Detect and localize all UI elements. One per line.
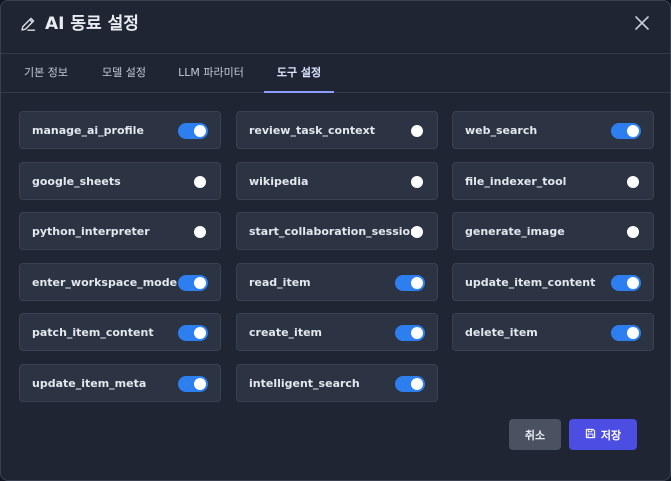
- toggle-knob: [411, 226, 423, 238]
- tool-name: wikipedia: [249, 175, 309, 188]
- toggle-knob: [411, 176, 423, 188]
- tool-card: update_item_meta: [19, 364, 221, 402]
- tool-toggle[interactable]: [178, 325, 208, 341]
- tool-name: intelligent_search: [249, 377, 360, 390]
- tool-toggle[interactable]: [611, 174, 641, 190]
- tool-name: generate_image: [465, 225, 565, 238]
- toggle-knob: [411, 277, 423, 289]
- tool-toggle[interactable]: [395, 174, 425, 190]
- tool-card: start_collaboration_session: [236, 212, 438, 250]
- tool-name: python_interpreter: [32, 225, 150, 238]
- tab-model-settings[interactable]: 모델 설정: [93, 54, 155, 92]
- tool-toggle[interactable]: [178, 123, 208, 139]
- tool-name: review_task_context: [249, 124, 375, 137]
- tool-name: start_collaboration_session: [249, 225, 418, 238]
- dialog-title: AI 동료 설정: [45, 14, 139, 34]
- tool-toggle[interactable]: [395, 376, 425, 392]
- toggle-knob: [411, 125, 423, 137]
- tool-toggle[interactable]: [611, 224, 641, 240]
- toggle-knob: [411, 327, 423, 339]
- tool-card: manage_ai_profile: [19, 111, 221, 149]
- tool-name: file_indexer_tool: [465, 175, 567, 188]
- tab-tool-settings[interactable]: 도구 설정: [264, 54, 334, 93]
- toggle-knob: [627, 176, 639, 188]
- tool-toggle[interactable]: [395, 123, 425, 139]
- toggle-knob: [627, 226, 639, 238]
- tool-name: update_item_meta: [32, 377, 147, 390]
- tool-card: python_interpreter: [19, 212, 221, 250]
- tool-toggle[interactable]: [178, 174, 208, 190]
- tool-card: delete_item: [452, 313, 654, 351]
- tab-llm-parameters[interactable]: LLM 파라미터: [172, 54, 250, 92]
- tool-toggle[interactable]: [178, 275, 208, 291]
- close-icon[interactable]: [631, 12, 653, 34]
- tab-bar: 기본 정보 모델 설정 LLM 파라미터 도구 설정: [1, 54, 670, 93]
- toggle-knob: [194, 226, 206, 238]
- tool-card: read_item: [236, 263, 438, 301]
- cancel-button[interactable]: 취소: [509, 419, 561, 450]
- tool-toggle[interactable]: [395, 275, 425, 291]
- floppy-disk-icon: [585, 428, 596, 439]
- pencil-icon: [21, 17, 36, 31]
- tool-card: generate_image: [452, 212, 654, 250]
- tool-name: google_sheets: [32, 175, 121, 188]
- toggle-knob: [194, 327, 206, 339]
- tool-name: read_item: [249, 276, 311, 289]
- toggle-knob: [194, 277, 206, 289]
- tool-card: enter_workspace_mode: [19, 263, 221, 301]
- save-button-label: 저장: [600, 428, 622, 442]
- toggle-knob: [627, 125, 639, 137]
- tool-card: create_item: [236, 313, 438, 351]
- toggle-knob: [627, 327, 639, 339]
- tool-card: file_indexer_tool: [452, 162, 654, 200]
- tool-toggle[interactable]: [178, 224, 208, 240]
- tool-name: update_item_content: [465, 276, 596, 289]
- tool-name: delete_item: [465, 326, 538, 339]
- tool-toggle[interactable]: [611, 325, 641, 341]
- save-button[interactable]: 저장: [569, 419, 637, 450]
- tool-grid: manage_ai_profile review_task_context web_…: [19, 111, 659, 403]
- tool-toggle[interactable]: [178, 376, 208, 392]
- tool-name: enter_workspace_mode: [32, 276, 178, 289]
- dialog-footer: 취소 저장: [1, 403, 670, 480]
- tool-settings-dialog: AI 동료 설정 기본 정보 모델 설정 LLM 파라미터 도구 설정 mana…: [0, 0, 671, 481]
- tool-card: patch_item_content: [19, 313, 221, 351]
- tool-card: intelligent_search: [236, 364, 438, 402]
- tool-card: google_sheets: [19, 162, 221, 200]
- tool-name: web_search: [465, 124, 538, 137]
- dialog-header: AI 동료 설정: [1, 1, 670, 54]
- tool-toggle[interactable]: [395, 325, 425, 341]
- toggle-knob: [194, 125, 206, 137]
- tool-name: patch_item_content: [32, 326, 154, 339]
- tool-card: wikipedia: [236, 162, 438, 200]
- toggle-knob: [194, 378, 206, 390]
- tool-name: manage_ai_profile: [32, 124, 144, 137]
- tool-toggle[interactable]: [611, 123, 641, 139]
- tool-card: review_task_context: [236, 111, 438, 149]
- tool-card: web_search: [452, 111, 654, 149]
- tab-basic-info[interactable]: 기본 정보: [16, 54, 76, 92]
- toggle-knob: [194, 176, 206, 188]
- tool-name: create_item: [249, 326, 322, 339]
- toggle-knob: [627, 277, 639, 289]
- tool-toggle[interactable]: [611, 275, 641, 291]
- toggle-knob: [411, 378, 423, 390]
- tool-card: update_item_content: [452, 263, 654, 301]
- tool-toggle[interactable]: [395, 224, 425, 240]
